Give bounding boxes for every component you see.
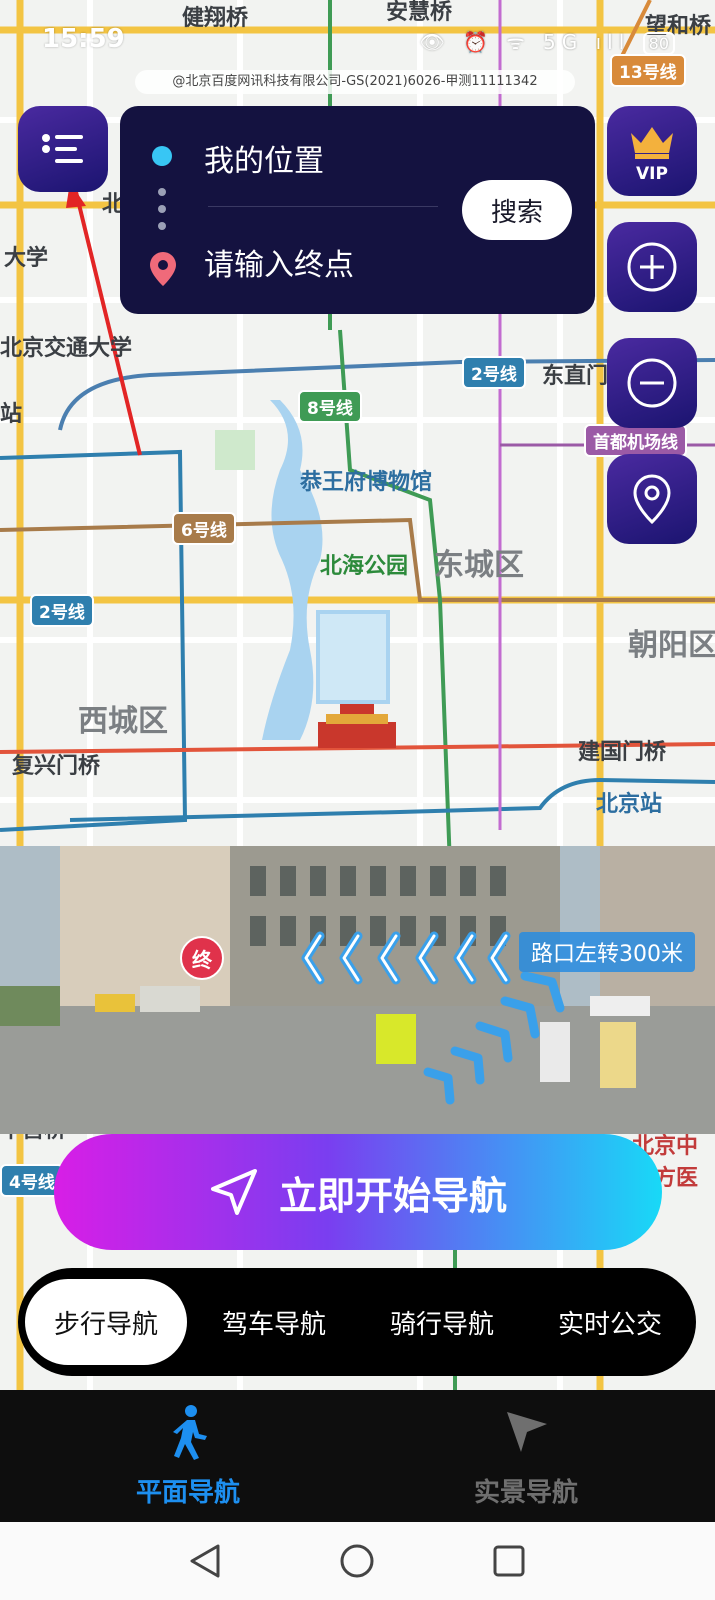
vip-button[interactable]: VIP — [607, 106, 697, 196]
status-bar: 15:59 👁 ⏰ ᯤ 5G ıll 80 — [0, 0, 715, 60]
mode-tab-walking[interactable]: 步行导航 — [22, 1276, 190, 1368]
status-indicators: 👁 ⏰ ᯤ 5G ıll — [419, 30, 631, 54]
locate-button[interactable] — [607, 454, 697, 544]
map-label-xicheng: 西城区 — [78, 704, 168, 739]
route-search-panel: 我的位置 请输入终点 搜索 — [120, 106, 595, 314]
metro-tag-2-west: 2号线 — [30, 594, 94, 627]
start-navigation-label: 立即开始导航 — [278, 1173, 507, 1218]
minus-icon — [627, 358, 677, 408]
metro-tag-6: 6号线 — [172, 512, 236, 545]
vip-label: VIP — [636, 164, 668, 184]
map-label-beijing-station: 北京站 — [596, 792, 663, 817]
panel-divider — [208, 206, 438, 207]
bottom-nav: 平面导航 实景导航 — [0, 1390, 715, 1522]
ar-street-scene — [0, 846, 715, 1134]
back-triangle-icon — [190, 1544, 220, 1578]
map-label-university: 大学 — [4, 246, 49, 271]
home-circle-icon — [340, 1544, 374, 1578]
metro-tag-2-east: 2号线 — [462, 356, 526, 389]
origin-field[interactable]: 我的位置 — [204, 136, 324, 180]
plus-icon — [627, 242, 677, 292]
map-label-chaoyang: 朝阳区 — [628, 628, 715, 663]
map-label-beihai: 北海公园 — [320, 554, 409, 579]
bottom-tab-ar-label: 实景导航 — [473, 1478, 578, 1508]
crown-icon — [631, 127, 673, 159]
metro-tag-airport: 首都机场线 — [584, 424, 687, 457]
navigation-arrow-icon — [210, 1169, 257, 1215]
menu-button[interactable] — [18, 106, 108, 192]
map-copyright: @北京百度网讯科技有限公司-GS(2021)6026-甲测11111342 — [135, 70, 575, 94]
origin-dot-icon — [152, 146, 172, 166]
cursor-arrow-icon — [507, 1412, 547, 1452]
map-label-fuxingmen: 复兴门桥 — [12, 754, 101, 779]
list-icon — [42, 134, 83, 163]
battery-icon: 80 — [642, 32, 675, 55]
back-button[interactable] — [182, 1538, 228, 1584]
mode-tab-cycling[interactable]: 骑行导航 — [358, 1276, 526, 1368]
walking-person-icon — [173, 1405, 207, 1460]
map-label-dongcheng: 东城区 — [434, 548, 524, 583]
bottom-tab-flat[interactable]: 平面导航 — [88, 1404, 288, 1509]
map-label-bjtu: 北京交通大学 — [0, 336, 133, 361]
map-label-station: 站 — [0, 402, 23, 427]
end-marker: 终 — [180, 936, 224, 980]
metro-tag-8: 8号线 — [298, 390, 362, 423]
navigation-mode-bar: 步行导航 驾车导航 骑行导航 实时公交 — [18, 1268, 696, 1376]
map-label-dongzhi: 东直门 — [542, 364, 609, 389]
map-label-prince-gong: 恭王府博物馆 — [300, 470, 433, 495]
system-nav-bar — [0, 1522, 715, 1600]
recents-button[interactable] — [486, 1538, 532, 1584]
screen: @北京百度网讯科技有限公司-GS(2021)6026-甲测11111342 健翔… — [0, 0, 715, 1600]
location-pin-icon — [633, 474, 671, 525]
map-label-jianguomen: 建国门桥 — [578, 740, 667, 765]
destination-field[interactable]: 请输入终点 — [204, 240, 354, 284]
bottom-tab-flat-label: 平面导航 — [135, 1478, 240, 1508]
recents-square-icon — [493, 1545, 525, 1577]
mode-tab-driving[interactable]: 驾车导航 — [190, 1276, 358, 1368]
status-icons: 👁 ⏰ ᯤ 5G ıll 80 — [419, 28, 675, 55]
start-navigation-button[interactable]: 立即开始导航 — [54, 1134, 662, 1250]
turn-instruction-banner: 路口左转300米 — [519, 932, 695, 972]
zoom-in-button[interactable] — [607, 222, 697, 312]
home-button[interactable] — [334, 1538, 380, 1584]
search-button[interactable]: 搜索 — [462, 180, 572, 240]
bottom-tab-ar[interactable]: 实景导航 — [426, 1404, 626, 1509]
destination-pin-icon — [150, 252, 176, 286]
route-dots-icon — [158, 188, 166, 239]
status-time: 15:59 — [42, 24, 125, 54]
ar-preview: 终 路口左转300米 — [0, 846, 715, 1134]
mode-tab-bus[interactable]: 实时公交 — [526, 1276, 694, 1368]
zoom-out-button[interactable] — [607, 338, 697, 428]
